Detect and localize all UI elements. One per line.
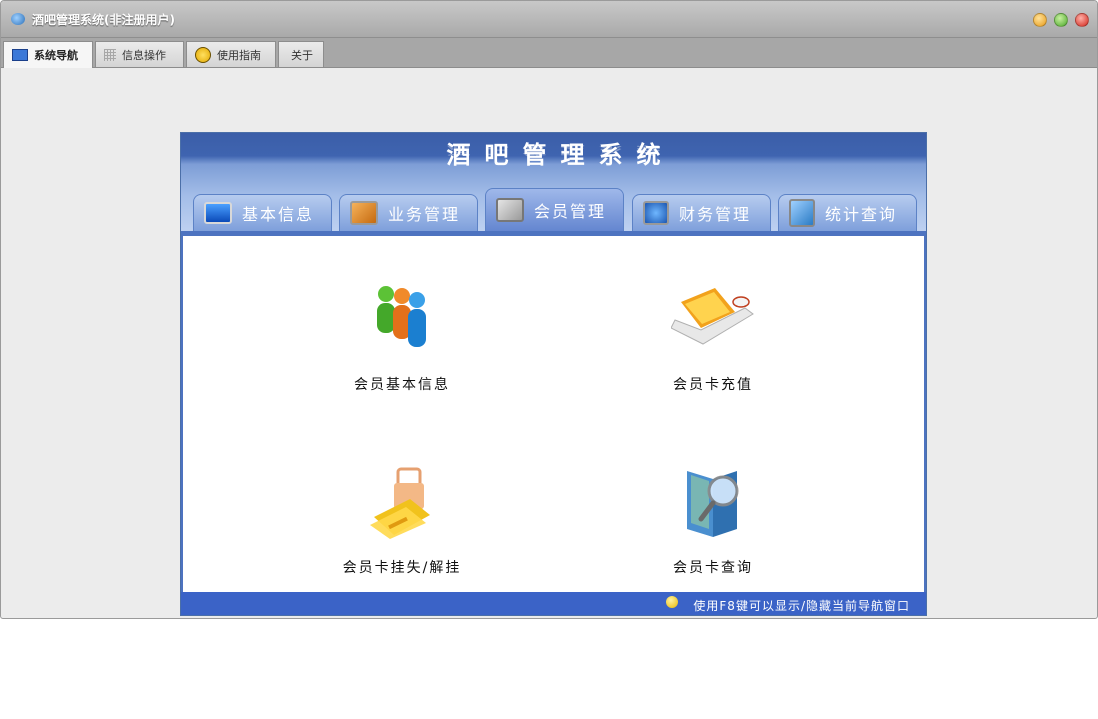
tab-label: 信息操作 xyxy=(122,48,166,62)
lightbulb-icon xyxy=(666,596,678,608)
title-bar[interactable]: 酒吧管理系统(非注册用户) xyxy=(1,1,1097,38)
feed-icon xyxy=(350,201,378,225)
member-card-query-button[interactable]: 会员卡查询 xyxy=(638,467,788,577)
globe-icon xyxy=(643,201,669,225)
panel-content: 会员基本信息 会员卡充值 会员卡挂失/解挂 会员卡查询 xyxy=(183,236,924,592)
section-tab-label: 会员管理 xyxy=(534,202,607,221)
member-card-lock-button[interactable]: 会员卡挂失/解挂 xyxy=(327,467,477,577)
tab-label: 系统导航 xyxy=(34,49,78,62)
close-button[interactable] xyxy=(1075,13,1089,27)
member-card-recharge-button[interactable]: 会员卡充值 xyxy=(638,284,788,394)
people-icon xyxy=(377,286,426,347)
function-label: 会员卡挂失/解挂 xyxy=(342,560,462,576)
section-tab-label: 财务管理 xyxy=(679,205,752,224)
navigation-panel: 酒吧管理系统 酒吧管理系统 基本信息 业务管理 会员管理 财务管理 统计查询 会… xyxy=(180,132,927,616)
window-controls xyxy=(1033,13,1089,27)
grid-icon xyxy=(104,48,116,61)
panel-status-bar: 使用F8键可以显示/隐藏当前导航窗口 xyxy=(181,592,926,615)
card-lock-icon xyxy=(370,467,430,539)
tab-label: 使用指南 xyxy=(217,48,261,62)
function-label: 会员卡充值 xyxy=(673,377,753,393)
section-tab-finance[interactable]: 财务管理 xyxy=(632,194,771,231)
section-tab-label: 统计查询 xyxy=(825,205,898,224)
tab-about[interactable]: 关于 xyxy=(278,41,324,67)
brush-icon xyxy=(496,198,524,222)
app-logo-icon xyxy=(11,13,25,25)
panel-header: 酒吧管理系统 酒吧管理系统 基本信息 业务管理 会员管理 财务管理 统计查询 xyxy=(181,133,926,237)
maximize-button[interactable] xyxy=(1054,13,1068,27)
function-label: 会员卡查询 xyxy=(673,560,753,576)
function-label: 会员基本信息 xyxy=(354,377,450,393)
folder-search-icon xyxy=(687,471,739,537)
member-basic-info-button[interactable]: 会员基本信息 xyxy=(327,284,477,394)
section-tab-member[interactable]: 会员管理 xyxy=(485,188,624,231)
tab-system-nav[interactable]: 系统导航 xyxy=(3,41,93,68)
laptop-icon xyxy=(671,288,754,345)
minimize-button[interactable] xyxy=(1033,13,1047,27)
section-tab-basic-info[interactable]: 基本信息 xyxy=(193,194,332,231)
status-tip: 使用F8键可以显示/隐藏当前导航窗口 xyxy=(693,599,910,613)
guide-icon xyxy=(195,46,211,63)
panel-title-reflection: 酒吧管理系统 xyxy=(446,143,675,157)
tab-user-guide[interactable]: 使用指南 xyxy=(186,41,276,67)
monitor-icon xyxy=(204,202,232,224)
tab-info-ops[interactable]: 信息操作 xyxy=(95,41,184,67)
section-tab-business[interactable]: 业务管理 xyxy=(339,194,478,231)
tab-label: 关于 xyxy=(291,48,313,62)
top-tab-bar: 系统导航 信息操作 使用指南 关于 xyxy=(1,38,1097,68)
monitor-icon xyxy=(12,49,28,61)
search-icon xyxy=(789,199,815,227)
section-tab-label: 基本信息 xyxy=(242,205,315,224)
window-title: 酒吧管理系统(非注册用户) xyxy=(32,13,175,27)
section-tab-label: 业务管理 xyxy=(388,205,461,224)
section-tab-stats[interactable]: 统计查询 xyxy=(778,194,917,231)
